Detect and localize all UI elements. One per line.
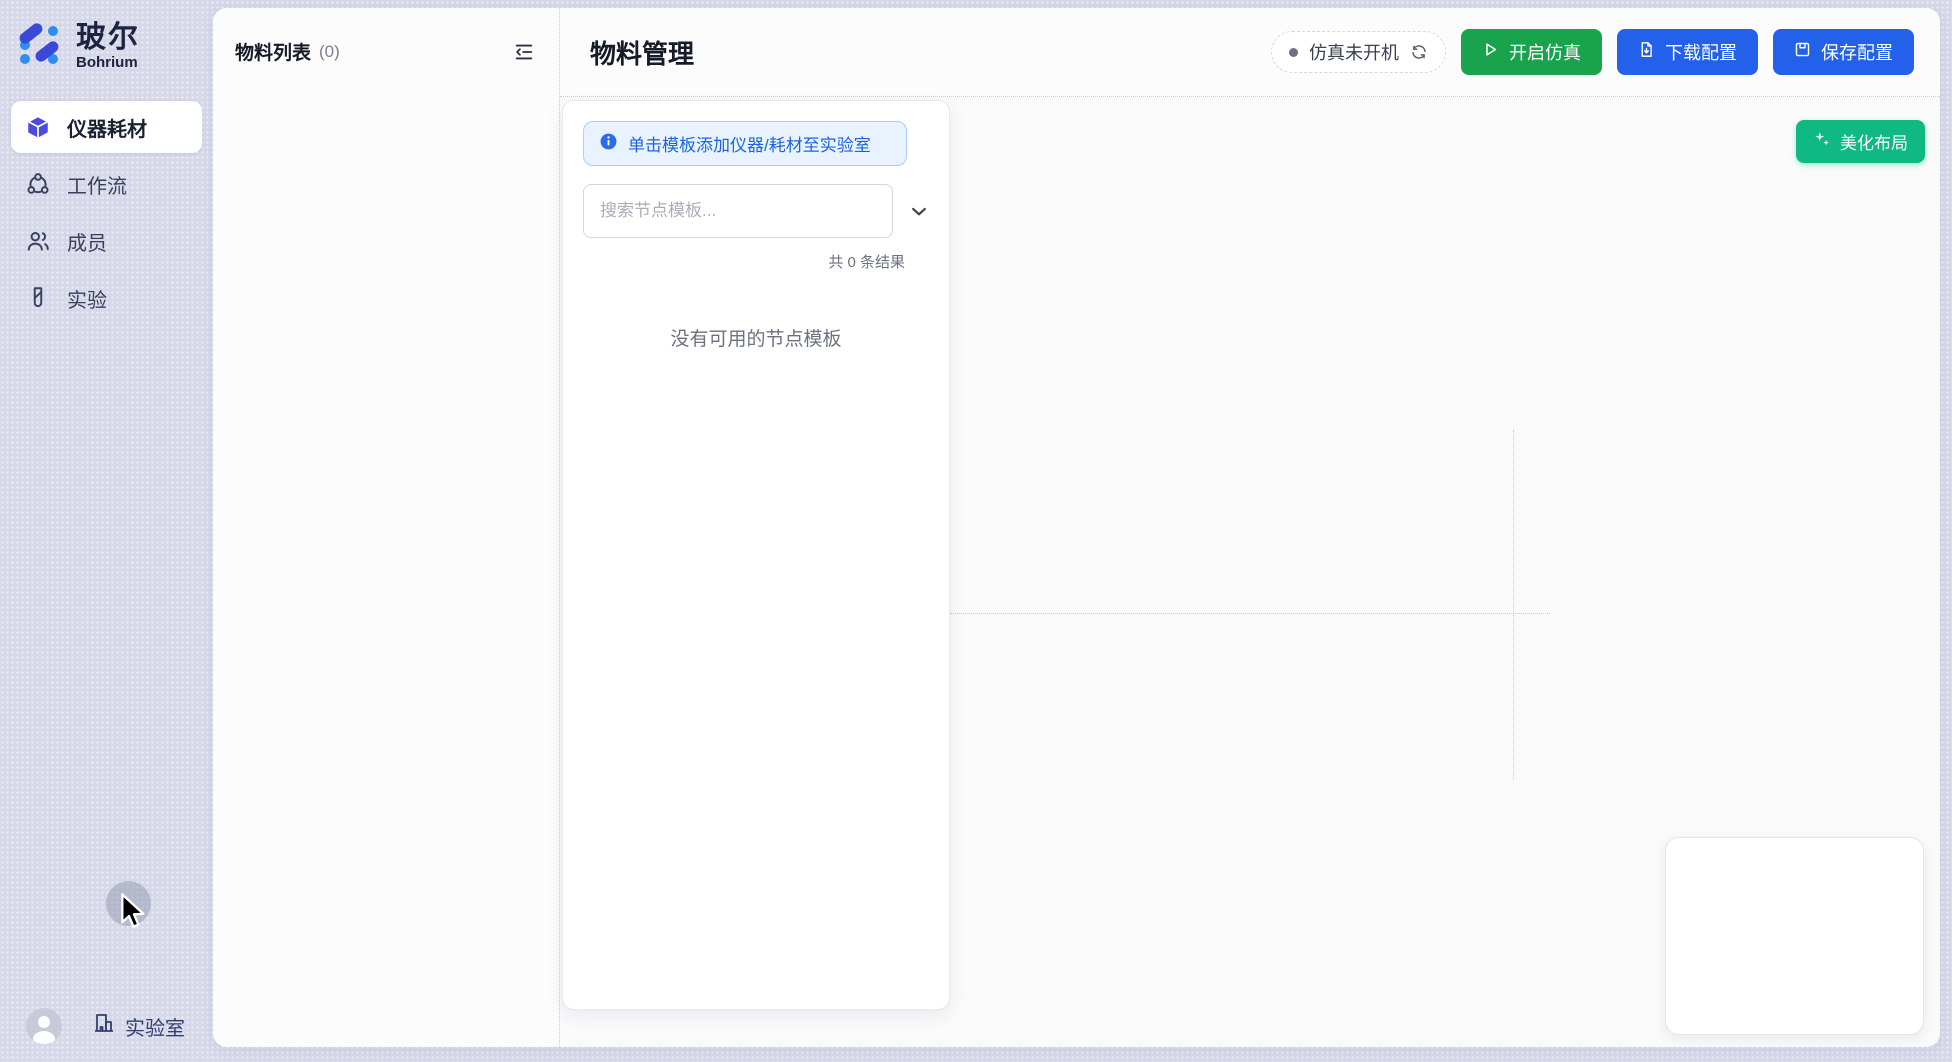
play-icon: [1482, 41, 1499, 63]
flow-canvas[interactable]: 单击模板添加仪器/耗材至实验室 共 0 条结果 没有可用的节点模板: [560, 97, 1940, 1047]
content-card: 物料列表 (0) 物料管理 仿真未开机: [213, 8, 1940, 1047]
chevron-down-icon[interactable]: [909, 201, 929, 221]
sidebar-nav: 仪器耗材 工作流 成员: [0, 101, 213, 324]
lab-entry-label: 实验室: [125, 1012, 185, 1041]
results-count: 共 0 条结果: [583, 251, 905, 272]
brand-name-zh: 玻尔: [76, 22, 140, 54]
material-list-header: 物料列表 (0): [213, 8, 559, 65]
brand-name: 玻尔 Bohrium: [76, 22, 140, 71]
save-icon: [1794, 41, 1811, 63]
sidebar-item-workflow[interactable]: 工作流: [11, 158, 202, 210]
empty-templates-text: 没有可用的节点模板: [583, 324, 929, 351]
building-icon: [92, 1011, 116, 1041]
canvas-minimap[interactable]: [1665, 837, 1924, 1035]
info-icon: [599, 132, 618, 156]
user-avatar[interactable]: [26, 1008, 62, 1044]
simulation-status-text: 仿真未开机: [1309, 39, 1399, 65]
lab-entry[interactable]: 实验室: [92, 1011, 185, 1041]
sidebar-item-experiments[interactable]: 实验: [11, 272, 202, 324]
members-icon: [25, 228, 51, 254]
material-list-count: (0): [319, 42, 340, 62]
material-list-title: 物料列表: [235, 38, 311, 65]
bohrium-logo-icon: [16, 20, 64, 73]
brand-name-en: Bohrium: [76, 54, 140, 71]
refresh-status-icon[interactable]: [1410, 43, 1428, 61]
canvas-guide-line-vertical: [1513, 430, 1514, 780]
beautify-layout-button[interactable]: 美化布局: [1796, 120, 1925, 163]
start-simulation-button[interactable]: 开启仿真: [1461, 29, 1602, 75]
page-title: 物料管理: [590, 34, 1271, 71]
main-area: 物料管理 仿真未开机: [560, 8, 1940, 1047]
template-search-input[interactable]: [583, 184, 893, 238]
mouse-cursor: [119, 893, 149, 936]
sparkles-icon: [1813, 130, 1831, 153]
download-config-button[interactable]: 下载配置: [1617, 29, 1758, 75]
canvas-guide-line-horizontal: [950, 613, 1550, 614]
sidebar-item-label: 实验: [67, 284, 107, 313]
brand-logo: 玻尔 Bohrium: [0, 0, 213, 73]
node-template-panel: 单击模板添加仪器/耗材至实验室 共 0 条结果 没有可用的节点模板: [562, 100, 950, 1010]
download-config-label: 下载配置: [1665, 39, 1737, 65]
sidebar-item-label: 成员: [67, 227, 107, 256]
info-banner-text: 单击模板添加仪器/耗材至实验室: [628, 131, 871, 156]
info-banner: 单击模板添加仪器/耗材至实验室: [583, 121, 907, 166]
file-download-icon: [1638, 41, 1655, 63]
save-config-button[interactable]: 保存配置: [1773, 29, 1914, 75]
collapse-panel-icon[interactable]: [511, 39, 537, 65]
sidebar-item-label: 工作流: [67, 170, 127, 199]
test-tube-icon: [25, 285, 51, 311]
sidebar-item-label: 仪器耗材: [67, 113, 147, 142]
workflow-icon: [25, 171, 51, 197]
material-list-panel: 物料列表 (0): [213, 8, 560, 1047]
sidebar-item-instruments[interactable]: 仪器耗材: [11, 101, 202, 153]
simulation-status-pill[interactable]: 仿真未开机: [1271, 31, 1446, 73]
template-search-row: [583, 184, 929, 238]
sidebar-item-members[interactable]: 成员: [11, 215, 202, 267]
header-actions: 仿真未开机: [1271, 29, 1914, 75]
sidebar-footer: 实验室: [26, 1008, 185, 1044]
main-header: 物料管理 仿真未开机: [560, 8, 1940, 97]
start-simulation-label: 开启仿真: [1509, 39, 1581, 65]
save-config-label: 保存配置: [1821, 39, 1893, 65]
cube-icon: [25, 114, 51, 140]
beautify-layout-label: 美化布局: [1840, 129, 1908, 154]
status-dot-icon: [1289, 48, 1298, 57]
